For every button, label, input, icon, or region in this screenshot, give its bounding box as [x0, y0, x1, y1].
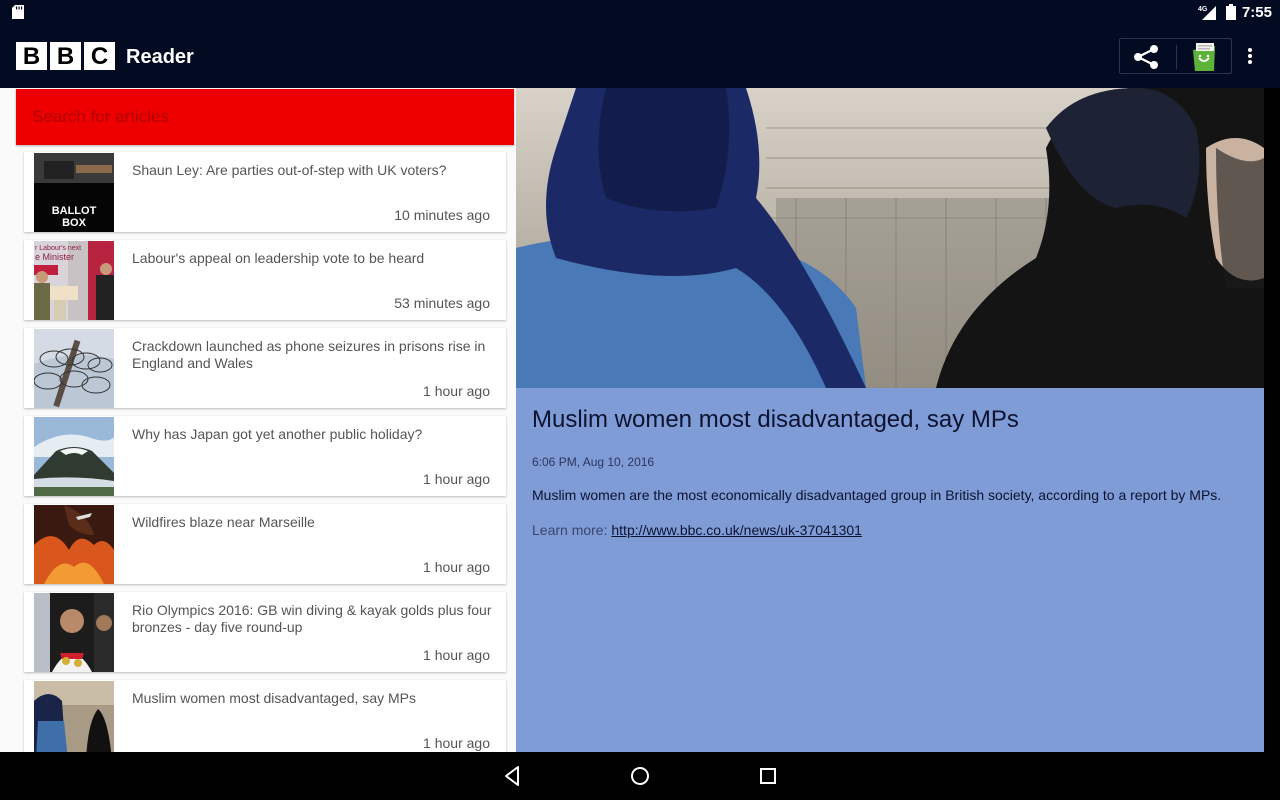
signal-icon: 4G	[1198, 6, 1216, 20]
article-title: Rio Olympics 2016: GB win diving & kayak…	[132, 602, 492, 635]
home-icon[interactable]	[628, 764, 652, 788]
list-item[interactable]: Muslim women most disadvantaged, say MPs…	[24, 680, 506, 752]
overflow-menu-icon[interactable]	[1242, 46, 1258, 66]
logo-letter: C	[84, 42, 115, 70]
thumbnail-text: BALLOT	[52, 205, 97, 217]
article-time: 53 minutes ago	[394, 295, 490, 311]
article-title: Crackdown launched as phone seizures in …	[132, 338, 486, 371]
article-detail-date: 6:06 PM, Aug 10, 2016	[532, 455, 655, 469]
article-thumbnail	[34, 681, 114, 752]
list-item[interactable]: r Labour's next e Minister Labour's appe…	[24, 240, 506, 320]
learn-more-label: Learn more:	[532, 522, 608, 538]
article-title: Labour's appeal on leadership vote to be…	[132, 250, 425, 266]
battery-icon	[1225, 4, 1236, 20]
app-bar: B B C Reader	[0, 24, 1280, 88]
navigation-bar	[0, 752, 1280, 800]
action-divider	[1176, 45, 1177, 69]
article-time: 1 hour ago	[423, 471, 490, 487]
status-time: 7:55	[1241, 3, 1272, 21]
article-title: Shaun Ley: Are parties out-of-step with …	[132, 162, 447, 178]
share-icon[interactable]	[1132, 44, 1160, 70]
article-time: 1 hour ago	[423, 559, 490, 575]
action-group	[1119, 38, 1232, 74]
article-thumbnail	[34, 593, 114, 672]
article-link[interactable]: http://www.bbc.co.uk/news/uk-37041301	[611, 522, 862, 538]
article-title: Why has Japan got yet another public hol…	[132, 426, 423, 442]
article-title: Muslim women most disadvantaged, say MPs	[132, 690, 416, 706]
article-time: 1 hour ago	[423, 647, 490, 663]
learn-more: Learn more: http://www.bbc.co.uk/news/uk…	[532, 522, 862, 538]
article-title: Wildfires blaze near Marseille	[132, 514, 315, 530]
list-item[interactable]: BALLOT BOX Shaun Ley: Are parties out-of…	[24, 152, 506, 232]
back-icon[interactable]	[500, 764, 524, 788]
article-list-panel: BALLOT BOX Shaun Ley: Are parties out-of…	[0, 88, 516, 752]
article-time: 1 hour ago	[423, 383, 490, 399]
app-title: Reader	[126, 46, 194, 68]
article-detail-panel: Muslim women most disadvantaged, say MPs…	[516, 88, 1264, 752]
article-detail-summary: Muslim women are the most economically d…	[532, 487, 1222, 503]
article-thumbnail: r Labour's next e Minister	[34, 241, 114, 320]
logo-letter: B	[50, 42, 81, 70]
article-hero-image	[516, 88, 1264, 388]
list-item[interactable]: Wildfires blaze near Marseille 1 hour ag…	[24, 504, 506, 584]
article-thumbnail	[34, 329, 114, 408]
bbc-logo: B B C	[16, 42, 115, 70]
search-bar	[16, 89, 514, 145]
article-list: BALLOT BOX Shaun Ley: Are parties out-of…	[24, 152, 506, 752]
pocket-icon[interactable]	[1188, 41, 1220, 73]
article-time: 10 minutes ago	[394, 207, 490, 223]
list-item[interactable]: Crackdown launched as phone seizures in …	[24, 328, 506, 408]
thumbnail-text: r Labour's next	[35, 245, 81, 252]
article-time: 1 hour ago	[423, 735, 490, 751]
article-thumbnail	[34, 505, 114, 584]
search-input[interactable]	[32, 89, 502, 145]
list-item[interactable]: Rio Olympics 2016: GB win diving & kayak…	[24, 592, 506, 672]
list-item[interactable]: Why has Japan got yet another public hol…	[24, 416, 506, 496]
article-thumbnail	[34, 417, 114, 496]
article-thumbnail: BALLOT BOX	[34, 153, 114, 232]
status-bar: 4G 7:55	[0, 0, 1280, 24]
thumbnail-text: BOX	[62, 217, 87, 229]
network-type: 4G	[1198, 6, 1208, 13]
logo-letter: B	[16, 42, 47, 70]
sd-card-icon	[12, 5, 24, 19]
thumbnail-text: e Minister	[35, 252, 74, 262]
article-detail-title: Muslim women most disadvantaged, say MPs	[532, 406, 1019, 433]
recents-icon[interactable]	[756, 764, 780, 788]
